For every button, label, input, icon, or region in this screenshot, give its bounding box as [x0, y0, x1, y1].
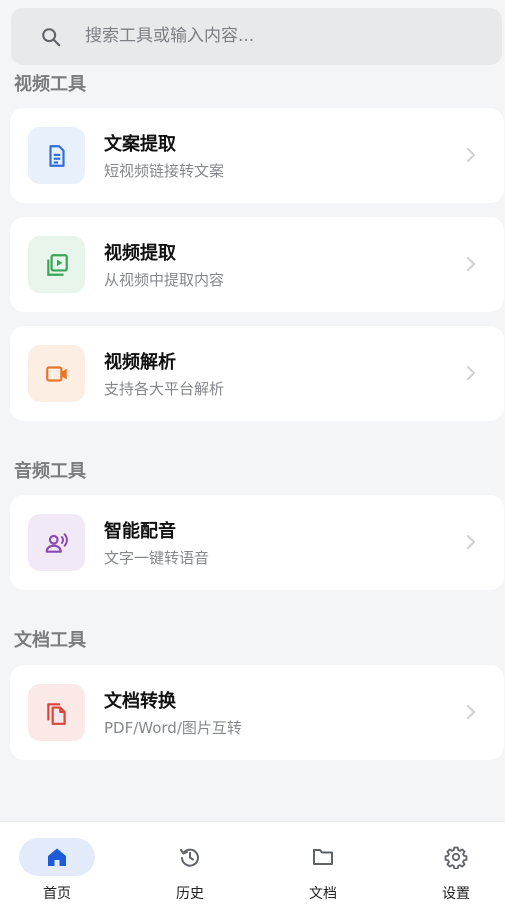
nav-icon-holder [152, 838, 228, 876]
tool-subtitle: 短视频链接转文案 [104, 162, 225, 180]
tool-title: 文档转换 [104, 691, 176, 712]
file-copy-icon [46, 702, 66, 725]
tool-title: 文案提取 [104, 134, 176, 155]
tool-card-video-parse[interactable]: 视频解析 支持各大平台解析 [10, 326, 504, 421]
section-title-video-tools: 视频工具 [14, 74, 86, 95]
search-input[interactable] [85, 20, 485, 52]
nav-item-settings[interactable]: 设置 [418, 822, 505, 906]
nav-label: 文档 [309, 886, 337, 902]
section-title-audio-tools: 音频工具 [14, 461, 86, 482]
tool-icon-box [28, 514, 85, 571]
section-title-document-tools: 文档工具 [14, 630, 86, 651]
history-icon [180, 848, 199, 867]
voice-person-icon [45, 532, 68, 553]
folder-icon [313, 849, 333, 865]
tool-card-video-extract[interactable]: 视频提取 从视频中提取内容 [10, 217, 504, 312]
nav-label: 历史 [176, 886, 204, 902]
chevron-right-icon [467, 148, 475, 162]
nav-label: 设置 [442, 886, 470, 902]
tool-icon-box [28, 345, 85, 402]
search-bar[interactable] [11, 8, 502, 65]
tool-icon-box [28, 236, 85, 293]
tool-subtitle: 从视频中提取内容 [104, 271, 225, 289]
video-camera-icon [45, 365, 67, 382]
tool-card-doc-convert[interactable]: 文档转换 PDF/Word/图片互转 [10, 665, 504, 760]
search-icon [42, 28, 61, 47]
tool-title: 智能配音 [104, 521, 176, 542]
gear-icon [444, 846, 468, 869]
tool-icon-box [28, 127, 85, 184]
chevron-right-icon [467, 535, 475, 549]
tool-subtitle: 文字一键转语音 [104, 549, 210, 567]
nav-icon-holder [285, 838, 361, 876]
video-library-icon [46, 253, 68, 276]
chevron-right-icon [467, 257, 475, 271]
tool-title: 视频提取 [104, 243, 176, 264]
nav-item-documents[interactable]: 文档 [285, 822, 385, 906]
tool-subtitle: 支持各大平台解析 [104, 380, 225, 398]
chevron-right-icon [467, 705, 475, 719]
nav-label: 首页 [43, 886, 71, 902]
chevron-right-icon [467, 366, 475, 380]
app-screen: 视频工具 文案提取 短视频链接转文案 [0, 0, 505, 906]
nav-active-indicator [19, 838, 95, 876]
bottom-navigation: 首页 历史 文档 设置 [0, 821, 505, 906]
nav-icon-holder [418, 838, 494, 876]
tool-title: 视频解析 [104, 352, 176, 373]
nav-item-history[interactable]: 历史 [152, 822, 252, 906]
nav-item-home[interactable]: 首页 [19, 822, 119, 906]
tool-subtitle: PDF/Word/图片互转 [104, 719, 242, 737]
tool-card-copy-extract[interactable]: 文案提取 短视频链接转文案 [10, 108, 504, 203]
tool-card-smart-dubbing[interactable]: 智能配音 文字一键转语音 [10, 495, 504, 590]
tool-icon-box [28, 684, 85, 741]
home-icon [48, 848, 66, 866]
document-icon [48, 144, 65, 167]
